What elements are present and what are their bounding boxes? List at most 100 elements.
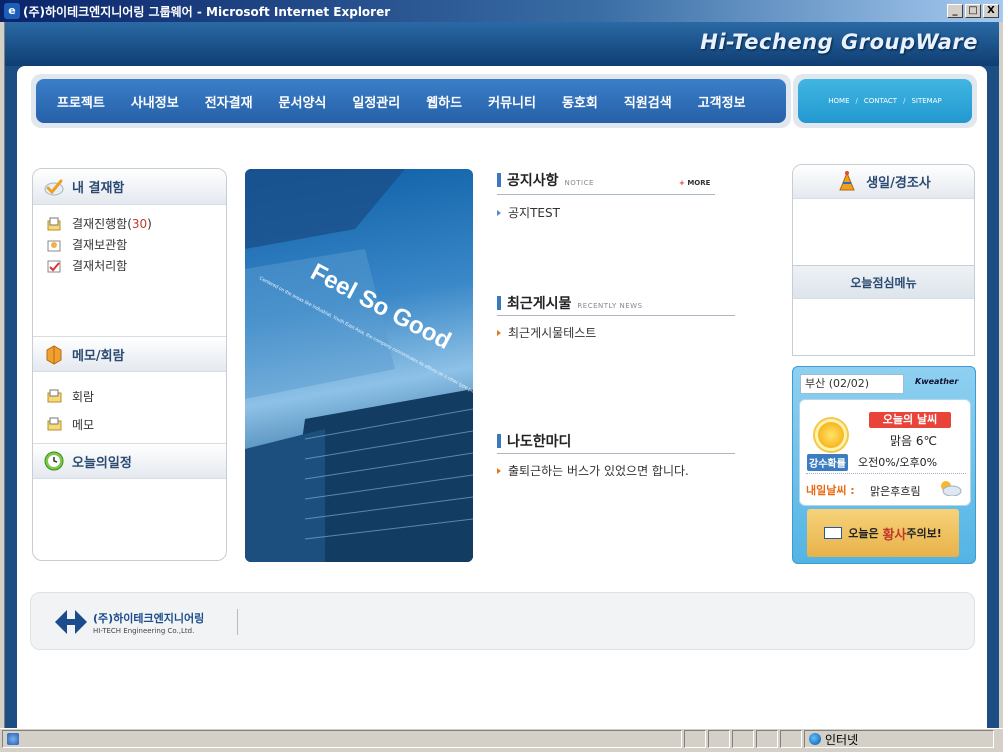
groupware-logo[interactable]: Hi-Techeng GroupWare xyxy=(700,30,978,54)
window-controls: _ □ X xyxy=(947,4,999,18)
more-plus: + xyxy=(679,179,685,187)
paren-close: ) xyxy=(147,216,152,231)
notice-item[interactable]: 공지TEST xyxy=(497,204,560,221)
nado-divider xyxy=(497,453,735,454)
approval-count: 30 xyxy=(131,216,148,231)
lunch-header[interactable]: 오늘점심메뉴 xyxy=(793,265,974,299)
nav-item-webhard[interactable]: 웹하드 xyxy=(413,92,475,111)
nado-item[interactable]: 출퇴근하는 버스가 있었으면 합니다. xyxy=(497,462,689,479)
minimize-button[interactable]: _ xyxy=(947,4,963,18)
recent-item[interactable]: 최근게시물테스트 xyxy=(497,324,596,341)
clock-icon xyxy=(44,451,64,471)
bullet-icon xyxy=(497,209,501,216)
approval-in-progress[interactable]: 결재진행함 (30) xyxy=(47,213,226,234)
nado-header: 나도한마디 xyxy=(497,431,571,451)
nav-item-club[interactable]: 동호회 xyxy=(549,92,611,111)
nav-item-schedule[interactable]: 일정관리 xyxy=(339,92,413,111)
weather-box: 오늘의 날씨 맑음 6℃ 강수확률 오전0%/오후0% 내일날씨 : 맑은후흐림 xyxy=(799,399,971,506)
birthday-title: 생일/경조사 xyxy=(866,176,931,191)
hero-image: Feel So Good Centered on the areas like … xyxy=(245,169,473,562)
nav-item-staff-search[interactable]: 직원검색 xyxy=(611,92,685,111)
sun-icon xyxy=(818,422,844,448)
contact-link[interactable]: CONTACT xyxy=(864,97,897,105)
sitemap-link[interactable]: SITEMAP xyxy=(911,97,941,105)
check-doc-icon xyxy=(47,260,61,272)
approval-processed[interactable]: 결재처리함 xyxy=(47,255,226,276)
util-nav-bar: HOME / CONTACT / SITEMAP xyxy=(798,79,972,123)
nado-item-label: 출퇴근하는 버스가 있었으면 합니다. xyxy=(508,464,689,478)
right-panel: 생일/경조사 오늘점심메뉴 xyxy=(792,164,975,356)
weather-city-select[interactable]: 부산 (02/02) xyxy=(800,374,904,394)
folder-doc-icon xyxy=(47,217,61,230)
memo-title: 메모/회람 xyxy=(72,348,125,364)
memo-item-memo[interactable]: 메모 xyxy=(47,410,94,438)
approval-header[interactable]: 내 결재함 xyxy=(33,169,226,205)
banner-highlight: 황사 xyxy=(882,527,907,543)
memo-item-memo-label: 메모 xyxy=(72,417,95,432)
page-icon xyxy=(7,733,19,745)
weather-today-label: 오늘의 날씨 xyxy=(869,412,951,428)
globe-icon xyxy=(809,733,821,745)
close-button[interactable]: X xyxy=(983,4,999,18)
nav-item-community[interactable]: 커뮤니티 xyxy=(475,92,549,111)
ie-app-icon[interactable]: e xyxy=(4,3,20,19)
weather-widget: 부산 (02/02) Kweather 오늘의 날씨 맑음 6℃ 강수확률 오전… xyxy=(792,366,976,564)
company-mark-icon xyxy=(55,610,87,634)
maximize-button[interactable]: □ xyxy=(965,4,981,18)
birthday-header[interactable]: 생일/경조사 xyxy=(793,165,974,199)
rain-prob-label: 강수확률 xyxy=(807,454,848,471)
tomorrow-label: 내일날씨 : xyxy=(806,484,855,497)
util-separator: / xyxy=(903,97,906,105)
approval-archive-label: 결재보관함 xyxy=(72,238,128,252)
notice-header: 공지사항 NOTICE xyxy=(497,170,594,190)
memo-item-circular-label: 회람 xyxy=(72,389,95,404)
nav-item-e-approval[interactable]: 전자결재 xyxy=(192,92,266,111)
nav-item-doc-forms[interactable]: 문서양식 xyxy=(266,92,340,111)
section-bar xyxy=(497,296,501,310)
lunch-title: 오늘점심메뉴 xyxy=(850,275,917,290)
status-cell xyxy=(732,730,754,748)
company-text: (주)하이테크엔지니어링 HI-TECH Engineering Co.,Ltd… xyxy=(93,610,204,635)
zone-cell: 인터넷 xyxy=(804,730,994,748)
envelope-icon xyxy=(824,527,843,539)
section-bar xyxy=(497,434,501,448)
recent-title: 최근게시물 xyxy=(507,296,572,312)
notice-divider xyxy=(497,194,715,195)
status-bar: 인터넷 xyxy=(2,729,1001,749)
approval-archive[interactable]: 결재보관함 xyxy=(47,234,226,255)
user-doc-icon xyxy=(47,240,61,251)
notice-more-link[interactable]: + MORE xyxy=(679,179,710,187)
util-nav: HOME / CONTACT / SITEMAP xyxy=(793,74,977,128)
cloud-sun-icon xyxy=(941,481,962,496)
status-cell xyxy=(780,730,802,748)
company-logo[interactable]: (주)하이테크엔지니어링 HI-TECH Engineering Co.,Ltd… xyxy=(53,608,204,636)
home-link[interactable]: HOME xyxy=(828,97,849,105)
status-text-cell xyxy=(2,730,682,748)
nado-title: 나도한마디 xyxy=(507,434,572,450)
memo-item-circular[interactable]: 회람 xyxy=(47,382,94,410)
notice-title: 공지사항 xyxy=(507,173,559,189)
left-panel: 내 결재함 결재진행함 (30) 결재보관함 결재처리함 메모/회람 회람 메모… xyxy=(32,168,227,561)
building-graphic: Feel So Good Centered on the areas like … xyxy=(245,169,473,562)
window-title-bar: e (주)하이테크엔지니어링 그룹웨어 - Microsoft Internet… xyxy=(0,0,1003,22)
approval-title: 내 결재함 xyxy=(72,181,125,196)
schedule-title: 오늘의일정 xyxy=(72,455,132,471)
main-nav-bar: 프로젝트 사내정보 전자결재 문서양식 일정관리 웹하드 커뮤니티 동호회 직원… xyxy=(36,79,786,123)
memo-box-icon xyxy=(46,345,62,365)
kweather-logo[interactable]: Kweather xyxy=(915,377,958,386)
notice-subtitle: NOTICE xyxy=(564,179,594,187)
checkmark-icon xyxy=(44,179,64,195)
memo-header[interactable]: 메모/회람 xyxy=(33,336,226,372)
folder-icon xyxy=(47,417,62,431)
nav-item-customer-info[interactable]: 고객정보 xyxy=(685,92,759,111)
status-cell xyxy=(756,730,778,748)
yellow-dust-banner[interactable]: 오늘은 황사 주의보! xyxy=(807,509,959,557)
nav-item-project[interactable]: 프로젝트 xyxy=(44,92,118,111)
approval-list: 결재진행함 (30) 결재보관함 결재처리함 xyxy=(33,205,226,276)
zone-label: 인터넷 xyxy=(825,732,859,747)
rain-prob: 오전0%/오후0% xyxy=(858,456,938,469)
weather-today: 맑음 6℃ xyxy=(890,434,938,448)
party-hat-icon xyxy=(839,170,855,190)
schedule-header[interactable]: 오늘의일정 xyxy=(33,443,226,479)
nav-item-company-info[interactable]: 사내정보 xyxy=(118,92,192,111)
